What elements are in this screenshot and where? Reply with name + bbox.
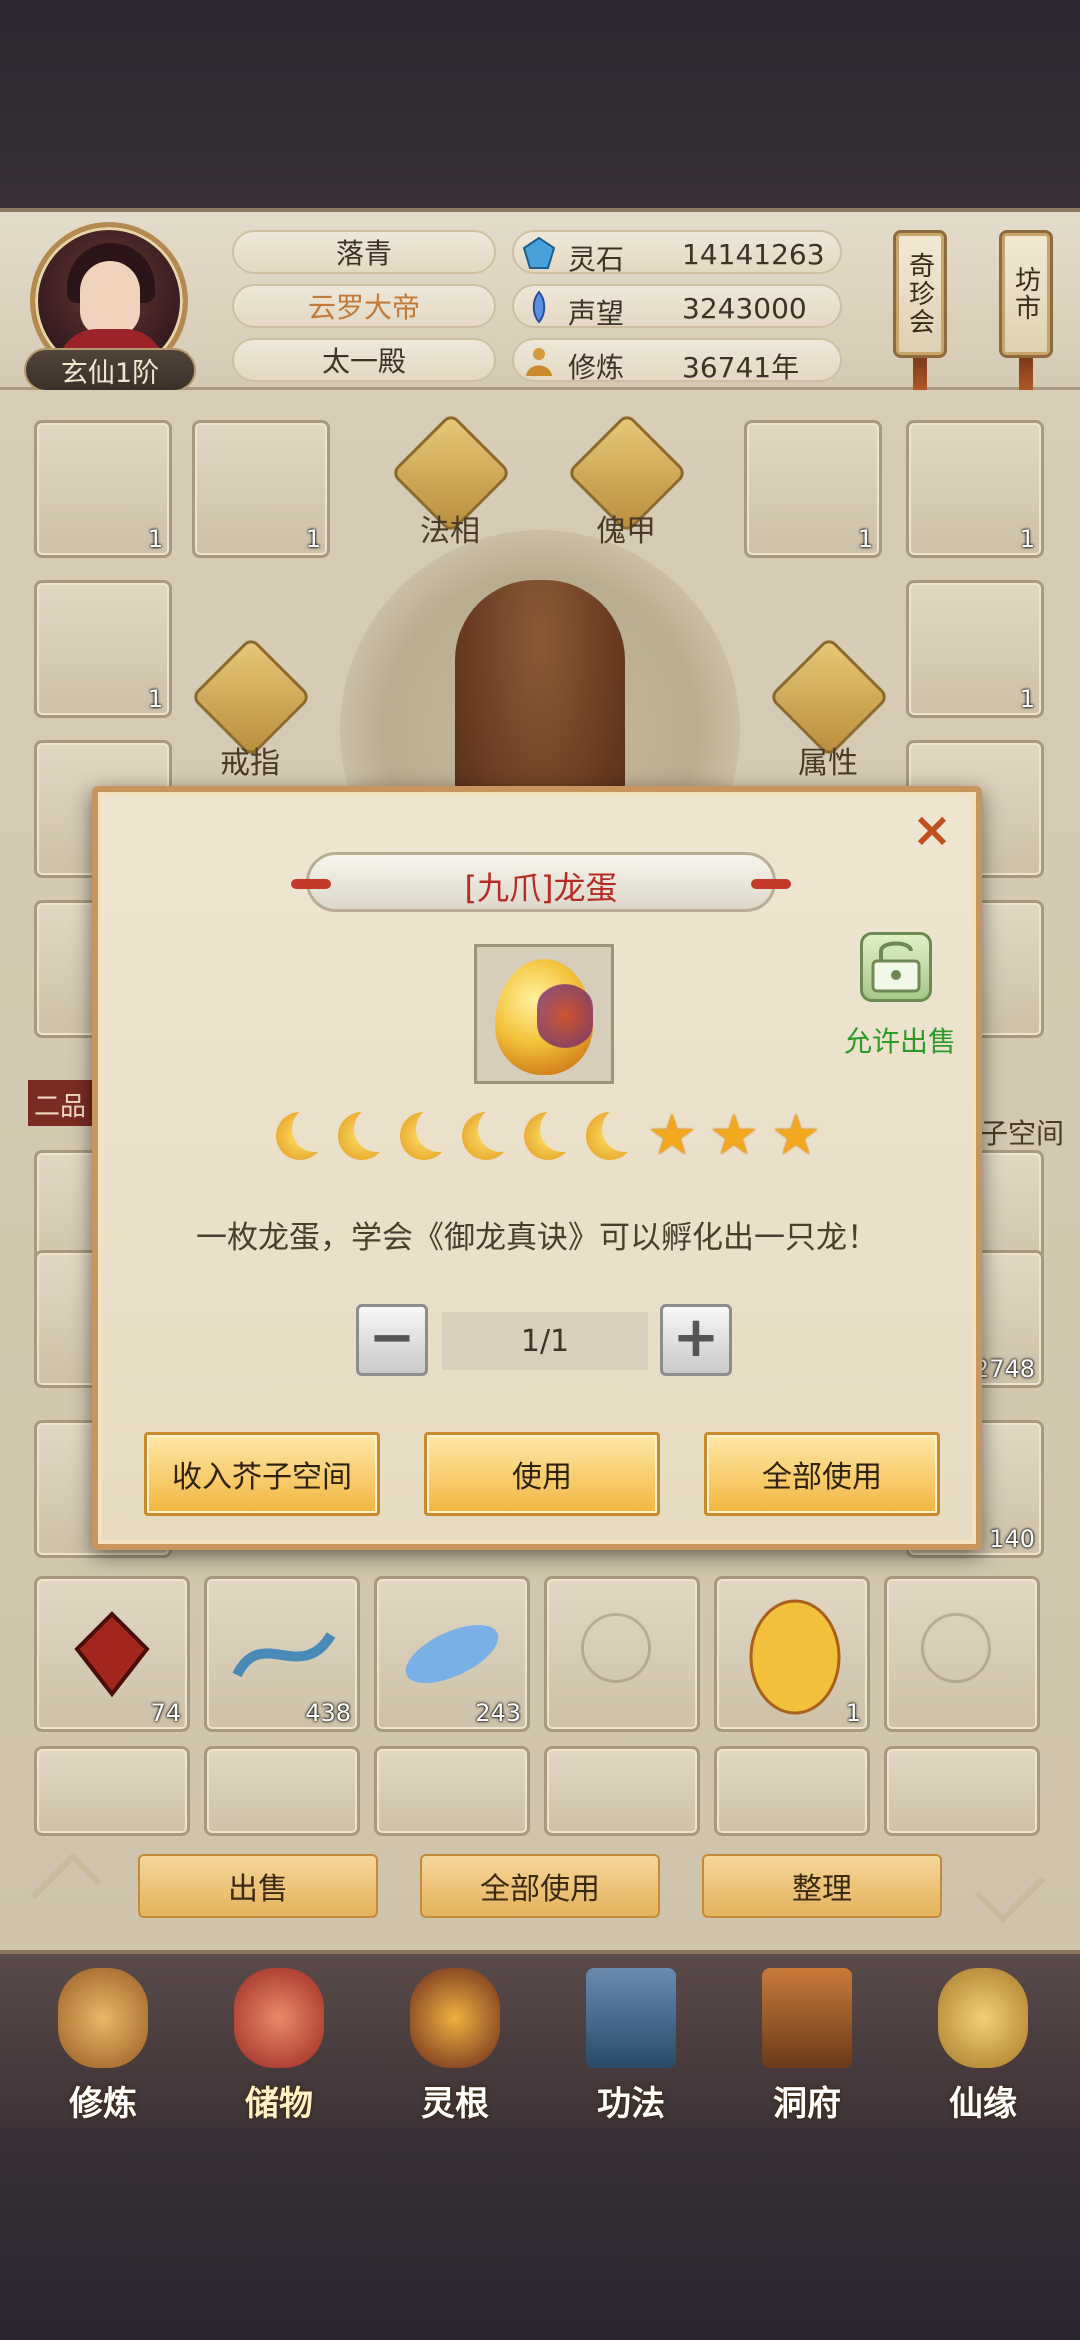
cultivation-value: 36741年 [682,351,800,384]
inventory-slot-empty[interactable] [204,1746,360,1836]
spirit-stone-value: 14141263 [682,238,825,271]
dragon-egg-icon [495,959,593,1075]
blue-dragon-icon [232,1632,336,1678]
inventory-slot-empty[interactable] [544,1576,700,1732]
unlock-icon [871,941,921,993]
reputation-resource: 声望 3243000 [512,284,842,330]
dragon-egg-icon [749,1599,841,1715]
gourd-icon [938,1968,1028,2068]
star-icon: ★ [770,1103,822,1168]
item-title-banner: [九爪]龙蛋 [291,852,791,912]
equipment-slot[interactable]: 1 [34,420,172,558]
sellable-lock-icon[interactable] [860,932,932,1002]
moon-icon [520,1106,586,1164]
nav-storage[interactable]: 储物 [204,1964,354,2124]
close-button[interactable]: × [910,806,954,854]
moon-icon [272,1106,338,1164]
sellable-label: 允许出售 [843,1025,956,1058]
cultivation-resource: 修炼 36741年 [512,338,842,384]
star-icon: ★ [646,1103,698,1168]
top-letterbox [0,0,1080,208]
cultivation-label: 修炼 [568,351,625,384]
inventory-slot[interactable]: 438 [204,1576,360,1732]
inventory-slot-empty[interactable] [884,1576,1040,1732]
item-description: 一枚龙蛋，学会《御龙真诀》可以孵化出一只龙！ [196,1220,878,1256]
spirit-root-icon [410,1968,500,2068]
rarity-rating: ★ ★ ★ [272,1103,832,1168]
market-button[interactable]: 坊市 [999,230,1053,358]
store-to-space-button[interactable]: 收入芥子空间 [144,1432,380,1516]
item-image-frame [474,944,614,1084]
item-detail-dialog: × [九爪]龙蛋 允许出售 ★ ★ ★ 一枚龙蛋，学会《御龙真诀》可以孵化出一只… [92,786,982,1550]
use-button[interactable]: 使用 [424,1432,660,1516]
inventory-slot-empty[interactable] [544,1746,700,1836]
item-title: [九爪]龙蛋 [464,869,618,907]
inventory-slot[interactable]: 74 [34,1576,190,1732]
increase-quantity-button[interactable]: + [660,1304,732,1376]
bottom-navigation: 修炼 储物 灵根 功法 洞府 仙缘 [0,1950,1080,2130]
inventory-slot-empty[interactable] [884,1746,1040,1836]
equipment-slot[interactable]: 1 [744,420,882,558]
player-location: 太一殿 [232,338,496,382]
nav-techniques[interactable]: 功法 [556,1964,706,2124]
nav-fate[interactable]: 仙缘 [908,1964,1058,2124]
treasure-fair-button[interactable]: 奇珍会 [893,230,947,358]
decrease-quantity-button[interactable]: − [356,1304,428,1376]
crystal-icon [74,1611,150,1698]
dragon-emblem [537,981,593,1051]
equipment-slot[interactable]: 1 [192,420,330,558]
equipment-slot[interactable]: 1 [906,420,1044,558]
equipment-slot[interactable]: 1 [906,580,1044,718]
player-rank: 玄仙1阶 [24,348,196,392]
reputation-value: 3243000 [682,292,807,325]
technique-book-icon [586,1968,676,2068]
player-header: 玄仙1阶 落青 云罗大帝 太一殿 灵石 14141263 声望 3243000 … [0,208,1080,402]
cultivate-icon [58,1968,148,2068]
avatar-face [80,261,140,337]
puppet-armor-label: 傀甲 [596,514,656,549]
nav-cultivate[interactable]: 修炼 [28,1964,178,2124]
spirit-stone-label: 灵石 [568,243,625,276]
feather-icon [405,1624,499,1684]
reputation-icon [532,290,546,324]
inventory-slot[interactable]: 1 [714,1576,870,1732]
ring-label: 戒指 [220,746,280,781]
quantity-display: 1/1 [442,1312,648,1370]
moon-icon [396,1106,462,1164]
dharma-form-label: 法相 [420,514,480,549]
spirit-stone-resource: 灵石 14141263 [512,230,842,276]
sell-button[interactable]: 出售 [138,1854,378,1918]
bottom-letterbox [0,2130,1080,2340]
nav-cave[interactable]: 洞府 [732,1964,882,2124]
cultivation-icon [526,348,552,376]
sort-button[interactable]: 整理 [702,1854,942,1918]
equipment-slot[interactable]: 1 [34,580,172,718]
moon-icon [334,1106,400,1164]
storage-bag-icon [234,1968,324,2068]
use-all-items-button[interactable]: 全部使用 [704,1432,940,1516]
moon-icon [458,1106,524,1164]
inventory-slot-empty[interactable] [714,1746,870,1836]
star-icon: ★ [708,1103,760,1168]
inventory-slot-empty[interactable] [34,1746,190,1836]
attributes-label: 属性 [798,746,858,781]
use-all-button[interactable]: 全部使用 [420,1854,660,1918]
inventory-slot[interactable]: 243 [374,1576,530,1732]
taiji-icon [921,1613,991,1683]
mustard-space-tab[interactable]: 子空间 [980,1112,1064,1152]
spirit-stone-icon [522,236,556,269]
nav-spirit-root[interactable]: 灵根 [380,1964,530,2124]
taiji-icon [581,1613,651,1683]
inventory-slot-empty[interactable] [374,1746,530,1836]
player-name: 落青 [232,230,496,274]
player-title[interactable]: 云罗大帝 [232,284,496,328]
reputation-label: 声望 [568,297,625,330]
cave-mansion-icon [762,1968,852,2068]
moon-icon [582,1106,648,1164]
